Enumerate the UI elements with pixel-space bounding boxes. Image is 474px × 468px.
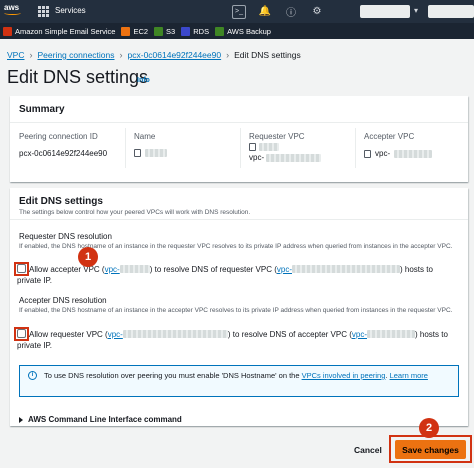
requester-vpc-field: Requester VPC vpc- — [249, 132, 322, 162]
step-badge-2: 2 — [419, 418, 439, 438]
cli-label: AWS Command Line Interface command — [28, 415, 182, 424]
aws-logo[interactable]: aws — [4, 3, 24, 20]
rds-icon — [181, 26, 191, 36]
help-icon[interactable]: ⓘ — [284, 5, 298, 19]
favorite-ses[interactable]: Amazon Simple Email Service — [3, 26, 116, 36]
favorites-bar: Amazon Simple Email Service EC2 S3 RDS A… — [0, 23, 474, 39]
page-title: Edit DNS settings — [7, 67, 149, 87]
accepter-vpc-field: Accepter VPC vpc- — [364, 132, 433, 158]
services-menu[interactable]: Services — [55, 6, 86, 15]
favorite-backup[interactable]: AWS Backup — [215, 26, 271, 36]
vpc-link[interactable]: vpc- — [277, 265, 400, 274]
s3-icon — [154, 26, 164, 36]
field-label: Name — [134, 132, 156, 141]
peering-id-field: Peering connection ID pcx-0c0614e92f244e… — [19, 132, 107, 158]
breadcrumb: VPC › Peering connections › pcx-0c0614e9… — [7, 50, 301, 60]
cli-command-expander[interactable]: AWS Command Line Interface command — [19, 415, 182, 424]
caret-right-icon — [19, 416, 23, 423]
edit-dns-panel: Edit DNS settings The settings below con… — [10, 188, 468, 426]
accepter-dns-description: If enabled, the DNS hostname of an insta… — [19, 307, 453, 314]
bell-icon[interactable]: 🔔 — [258, 5, 272, 19]
chevron-right-icon: › — [226, 50, 230, 60]
ses-icon — [3, 26, 12, 36]
ec2-icon — [121, 26, 131, 36]
save-changes-button[interactable]: Save changes — [395, 440, 466, 459]
dns-hostname-info-alert: i To use DNS resolution over peering you… — [19, 365, 459, 397]
alert-text: To use DNS resolution over peering you m… — [44, 371, 302, 380]
peering-id-value: pcx-0c0614e92f244ee90 — [19, 149, 108, 158]
requester-vpc-value: vpc- — [249, 153, 265, 162]
accepter-dns-option: Allow requester VPC (vpc-) to resolve DN… — [17, 329, 457, 351]
cancel-button[interactable]: Cancel — [354, 445, 382, 455]
backup-icon — [215, 26, 225, 36]
learn-more-link[interactable]: Learn more — [390, 371, 428, 380]
field-label: Requester VPC — [249, 132, 305, 141]
favorite-s3[interactable]: S3 — [154, 26, 176, 36]
copy-icon[interactable] — [249, 143, 256, 151]
breadcrumb-vpc[interactable]: VPC — [7, 50, 24, 60]
top-right-icons: >_ 🔔 ⓘ ⚙ — [232, 3, 324, 20]
option-text: Allow requester VPC ( — [29, 330, 108, 339]
name-value-redacted — [145, 149, 167, 157]
requester-dns-option: Allow accepter VPC (vpc-) to resolve DNS… — [17, 264, 457, 286]
requester-vpc-redacted — [266, 153, 322, 162]
aws-logo-text: aws — [4, 3, 20, 12]
top-navigation-bar: aws Services >_ 🔔 ⓘ ⚙ ▾ — [0, 0, 474, 23]
option-text: ) to resolve DNS of requester VPC ( — [149, 265, 277, 274]
info-icon: i — [28, 371, 37, 380]
vpc-link[interactable]: vpc- — [108, 330, 228, 339]
breadcrumb-peering-connections[interactable]: Peering connections — [37, 50, 114, 60]
edit-dns-description: The settings below control how your peer… — [19, 209, 251, 216]
vpcs-involved-link[interactable]: VPCs involved in peering — [302, 371, 386, 380]
favorite-label: RDS — [193, 26, 210, 36]
favorite-label: EC2 — [133, 26, 149, 36]
copy-icon[interactable] — [364, 149, 371, 158]
accepter-dns-title: Accepter DNS resolution — [19, 296, 107, 305]
settings-icon[interactable]: ⚙ — [310, 5, 324, 19]
breadcrumb-current: Edit DNS settings — [234, 50, 301, 60]
breadcrumb-peering-id[interactable]: pcx-0c0614e92f244ee90 — [128, 50, 222, 60]
field-label: Accepter VPC — [364, 132, 415, 141]
favorite-label: Amazon Simple Email Service — [15, 26, 116, 36]
highlight-box-accepter — [14, 327, 29, 341]
search-input[interactable] — [90, 4, 210, 19]
name-field: Name — [134, 132, 171, 157]
highlight-box-requester — [14, 262, 29, 276]
favorite-label: S3 — [166, 26, 176, 36]
accepter-vpc-redacted — [394, 149, 433, 158]
edit-dns-title: Edit DNS settings — [19, 196, 103, 207]
grid-icon[interactable] — [38, 6, 49, 17]
copy-icon[interactable] — [134, 149, 141, 157]
accepter-vpc-value: vpc- — [375, 149, 391, 158]
chevron-down-icon[interactable]: ▾ — [414, 6, 418, 15]
favorite-label: AWS Backup — [227, 26, 271, 36]
vpc-link[interactable]: vpc- — [105, 265, 150, 274]
field-label: Peering connection ID — [19, 132, 98, 141]
info-link[interactable]: Info — [137, 77, 150, 84]
region-selector[interactable] — [360, 5, 410, 18]
summary-title: Summary — [19, 104, 65, 115]
summary-panel: Summary Peering connection ID pcx-0c0614… — [10, 96, 468, 182]
chevron-right-icon: › — [119, 50, 123, 60]
terminal-icon[interactable]: >_ — [232, 4, 246, 19]
chevron-right-icon: › — [29, 50, 33, 60]
account-menu[interactable] — [428, 5, 474, 18]
step-badge-1: 1 — [78, 247, 98, 267]
requester-dns-title: Requester DNS resolution — [19, 232, 112, 241]
vpc-link[interactable]: vpc- — [352, 330, 415, 339]
favorite-rds[interactable]: RDS — [181, 26, 210, 36]
option-text: Allow accepter VPC ( — [29, 265, 105, 274]
favorite-ec2[interactable]: EC2 — [121, 26, 149, 36]
option-text: ) to resolve DNS of accepter VPC ( — [227, 330, 352, 339]
